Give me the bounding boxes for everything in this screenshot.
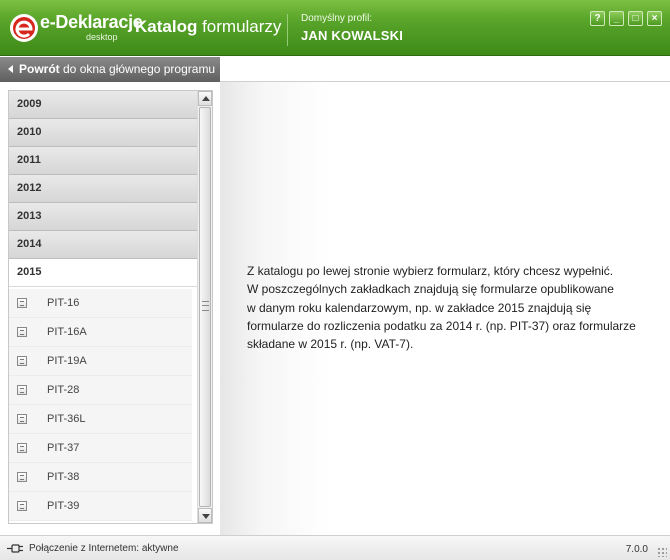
info-panel: Z katalogu po lewej stronie wybierz form… [220, 82, 670, 535]
form-label: PIT-16A [47, 326, 87, 338]
form-item[interactable]: PIT-16A [9, 318, 192, 347]
title-bar: e-Deklaracje desktop Katalog formularzy … [0, 0, 670, 56]
year-tab[interactable]: 2010 [9, 119, 198, 147]
scroll-down-button[interactable] [198, 508, 212, 523]
form-label: PIT-37 [47, 442, 80, 454]
year-tab[interactable]: 2009 [9, 91, 198, 119]
scroll-thumb[interactable] [199, 107, 211, 507]
title-rest: formularzy [197, 17, 282, 36]
form-list: PIT-16 PIT-16A PIT-19A PIT-28 PIT-36L PI… [9, 287, 198, 521]
info-line: formularze do rozliczenia podatku za 201… [247, 318, 636, 333]
e-deklaracje-logo [10, 14, 38, 42]
year-tab-open[interactable]: 2015 [9, 259, 198, 287]
form-label: PIT-19A [47, 355, 87, 367]
logo-subtitle: desktop [86, 32, 118, 42]
form-item[interactable]: PIT-36L [9, 405, 192, 434]
minimize-button[interactable]: _ [609, 11, 624, 26]
vertical-scrollbar[interactable] [197, 91, 212, 523]
form-icon [17, 298, 27, 308]
year-tab[interactable]: 2012 [9, 175, 198, 203]
form-item[interactable]: PIT-37 [9, 434, 192, 463]
back-to-main-button[interactable]: Powrót do okna głównego programu [0, 57, 220, 82]
grip-icon [202, 301, 209, 311]
info-line: w danym roku kalendarzowym, np. w zakład… [247, 300, 592, 315]
info-line: Z katalogu po lewej stronie wybierz form… [247, 264, 614, 278]
connection-status: Połączenie z Internetem: aktywne [29, 543, 179, 554]
instructions-text: Z katalogu po lewej stronie wybierz form… [247, 262, 657, 353]
help-button[interactable]: ? [590, 11, 605, 26]
form-icon [17, 501, 27, 511]
form-item[interactable]: PIT-39 [9, 492, 192, 521]
window-controls: ? _ □ × [590, 11, 662, 26]
form-item[interactable]: PIT-19A [9, 347, 192, 376]
info-line: składane w 2015 r. (np. VAT-7). [247, 337, 414, 352]
info-line: W poszczególnych zakładkach znajdują się… [247, 282, 614, 297]
year-list: 2009 2010 2011 2012 2013 2014 2015 PIT-1… [9, 91, 198, 521]
year-tab[interactable]: 2013 [9, 203, 198, 231]
resize-grip-icon[interactable] [657, 547, 667, 557]
title-bold: Katalog [135, 17, 198, 36]
form-icon [17, 472, 27, 482]
form-icon [17, 327, 27, 337]
back-label-rest: do okna głównego programu [59, 62, 216, 76]
year-tab[interactable]: 2014 [9, 231, 198, 259]
year-tab[interactable]: 2011 [9, 147, 198, 175]
version-label: 7.0.0 [625, 544, 648, 555]
form-icon [17, 356, 27, 366]
back-arrow-icon [8, 65, 13, 73]
form-label: PIT-16 [47, 297, 80, 309]
form-label: PIT-39 [47, 500, 80, 512]
form-icon [17, 414, 27, 424]
header-divider [287, 14, 288, 46]
form-label: PIT-28 [47, 384, 80, 396]
profile-label: Domyślny profil: [301, 13, 373, 24]
form-item[interactable]: PIT-38 [9, 463, 192, 492]
profile-name[interactable]: JAN KOWALSKI [301, 28, 403, 43]
plug-icon [7, 544, 23, 553]
form-icon [17, 385, 27, 395]
form-item[interactable]: PIT-16 [9, 289, 192, 318]
back-label-bold: Powrót [19, 62, 60, 76]
form-label: PIT-36L [47, 413, 86, 425]
form-item[interactable]: PIT-28 [9, 376, 192, 405]
maximize-button[interactable]: □ [628, 11, 643, 26]
status-bar: Połączenie z Internetem: aktywne 7.0.0 [0, 535, 670, 560]
form-icon [17, 443, 27, 453]
close-button[interactable]: × [647, 11, 662, 26]
page-title: Katalog formularzy [135, 17, 281, 37]
form-catalog-panel: 2009 2010 2011 2012 2013 2014 2015 PIT-1… [8, 90, 213, 524]
scroll-up-button[interactable] [198, 91, 212, 106]
form-label: PIT-38 [47, 471, 80, 483]
logo-text: e-Deklaracje [40, 12, 143, 32]
